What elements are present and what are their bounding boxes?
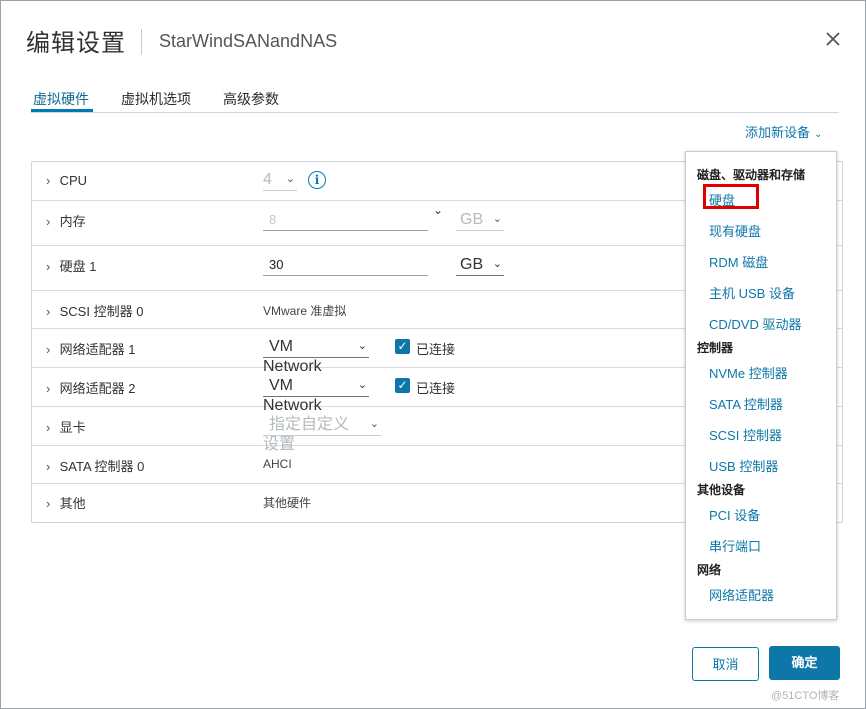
- edit-settings-dialog: 编辑设置 StarWindSANandNAS 虚拟硬件 虚拟机选项 高级参数 添…: [0, 0, 866, 709]
- scsi0-type: VMware 准虚拟: [263, 304, 347, 318]
- tab-bar: 虚拟硬件 虚拟机选项 高级参数: [31, 85, 839, 113]
- info-icon[interactable]: i: [308, 171, 326, 189]
- tab-advanced-parameters[interactable]: 高级参数: [223, 89, 279, 109]
- chevron-down-icon: ⌄: [814, 129, 823, 140]
- video-settings-select[interactable]: 指定自定义设置 ⌄: [263, 415, 381, 453]
- disk1-unit-value: GB: [460, 256, 484, 273]
- nic2-network-select[interactable]: VM Network ⌄: [263, 376, 369, 414]
- chevron-down-icon: ⌄: [357, 379, 367, 391]
- cpu-label: CPU: [59, 173, 88, 188]
- menu-item-network-adapter[interactable]: 网络适配器: [709, 585, 774, 604]
- menu-item-serial-port[interactable]: 串行端口: [709, 536, 761, 555]
- menu-item-existing-disk[interactable]: 现有硬盘: [709, 221, 761, 240]
- chevron-down-icon: ⌄: [492, 213, 502, 225]
- chevron-right-icon: ›: [46, 173, 51, 188]
- video-label: 显卡: [59, 420, 86, 435]
- watermark: @51CTO博客: [771, 690, 840, 702]
- nic1-label: 网络适配器 1: [59, 342, 136, 357]
- nic1-connected-label: 已连接: [416, 342, 456, 357]
- disk1-unit-select[interactable]: GB ⌄: [456, 255, 504, 276]
- memory-size-input[interactable]: 8: [263, 210, 428, 231]
- tab-virtual-hardware[interactable]: 虚拟硬件: [33, 89, 89, 109]
- chevron-down-icon: ⌄: [492, 258, 502, 270]
- memory-unit-select[interactable]: GB ⌄: [456, 210, 504, 231]
- vm-name: StarWindSANandNAS: [159, 31, 338, 51]
- nic2-connected-checkbox[interactable]: ✓: [395, 378, 410, 393]
- nic1-network-select[interactable]: VM Network ⌄: [263, 337, 369, 375]
- other-value: 其他硬件: [263, 496, 312, 510]
- menu-group-other-devices: 其他设备: [697, 483, 746, 497]
- nic2-connected-label: 已连接: [416, 381, 456, 396]
- scsi0-expander[interactable]: › SCSI 控制器 0: [46, 301, 143, 320]
- nic2-expander[interactable]: › 网络适配器 2: [46, 378, 135, 397]
- sata0-expander[interactable]: › SATA 控制器 0: [46, 456, 144, 475]
- cpu-count-value: 4: [263, 171, 272, 188]
- chevron-down-icon: ⌄: [369, 418, 379, 430]
- tab-vm-options[interactable]: 虚拟机选项: [121, 89, 191, 109]
- disk1-label: 硬盘 1: [59, 259, 97, 274]
- nic1-expander[interactable]: › 网络适配器 1: [46, 339, 135, 358]
- nic2-label: 网络适配器 2: [59, 381, 136, 396]
- annotation-highlight-box: [703, 184, 759, 209]
- menu-item-sata[interactable]: SATA 控制器: [709, 394, 783, 413]
- menu-item-rdm-disk[interactable]: RDM 磁盘: [709, 252, 768, 271]
- chevron-right-icon: ›: [46, 381, 51, 396]
- menu-item-nvme[interactable]: NVMe 控制器: [709, 363, 788, 382]
- menu-item-cd-dvd[interactable]: CD/DVD 驱动器: [709, 314, 801, 333]
- disk1-size-value: 30: [269, 257, 284, 272]
- other-label: 其他: [59, 496, 86, 511]
- video-expander[interactable]: › 显卡: [46, 417, 86, 436]
- other-expander[interactable]: › 其他: [46, 493, 86, 512]
- scsi0-label: SCSI 控制器 0: [59, 304, 144, 319]
- menu-item-usb[interactable]: USB 控制器: [709, 456, 778, 475]
- cancel-button[interactable]: 取消: [692, 647, 759, 681]
- dialog-title: 编辑设置: [26, 30, 126, 57]
- chevron-down-icon: ⌄: [357, 340, 367, 352]
- chevron-right-icon: ›: [46, 496, 51, 511]
- menu-group-storage: 磁盘、驱动器和存储: [697, 168, 806, 182]
- sata0-label: SATA 控制器 0: [59, 459, 145, 474]
- title-separator: [141, 29, 142, 55]
- chevron-right-icon: ›: [46, 420, 51, 435]
- menu-item-pci[interactable]: PCI 设备: [709, 505, 760, 524]
- chevron-right-icon: ›: [46, 304, 51, 319]
- cpu-count-select[interactable]: 4 ⌄: [263, 170, 297, 191]
- memory-label: 内存: [59, 214, 86, 229]
- memory-size-value: 8: [269, 212, 277, 227]
- menu-item-host-usb[interactable]: 主机 USB 设备: [709, 283, 795, 302]
- active-tab-indicator: [31, 109, 93, 112]
- add-device-menu: 磁盘、驱动器和存储 硬盘 现有硬盘 RDM 磁盘 主机 USB 设备 CD/DV…: [685, 151, 837, 620]
- cpu-expander[interactable]: › CPU: [46, 173, 87, 188]
- chevron-right-icon: ›: [46, 459, 51, 474]
- menu-group-network: 网络: [697, 563, 722, 577]
- memory-unit-value: GB: [460, 211, 484, 228]
- nic1-connected-checkbox[interactable]: ✓: [395, 339, 410, 354]
- ok-button[interactable]: 确定: [769, 646, 840, 680]
- chevron-right-icon: ›: [46, 342, 51, 357]
- menu-group-controllers: 控制器: [697, 341, 734, 355]
- chevron-down-icon: ⌄: [285, 173, 295, 185]
- add-new-device-button[interactable]: 添加新设备 ⌄: [745, 122, 822, 141]
- disk1-expander[interactable]: › 硬盘 1: [46, 256, 96, 275]
- close-icon[interactable]: [821, 27, 845, 51]
- add-new-device-label: 添加新设备: [745, 125, 811, 140]
- menu-item-scsi[interactable]: SCSI 控制器: [709, 425, 782, 444]
- disk1-size-input[interactable]: 30: [263, 255, 428, 276]
- sata0-type: AHCI: [263, 457, 292, 471]
- chevron-down-icon[interactable]: ⌄: [433, 203, 443, 217]
- chevron-right-icon: ›: [46, 259, 51, 274]
- chevron-right-icon: ›: [46, 214, 51, 229]
- memory-expander[interactable]: › 内存: [46, 211, 86, 230]
- dialog-header: 编辑设置 StarWindSANandNAS: [1, 1, 865, 79]
